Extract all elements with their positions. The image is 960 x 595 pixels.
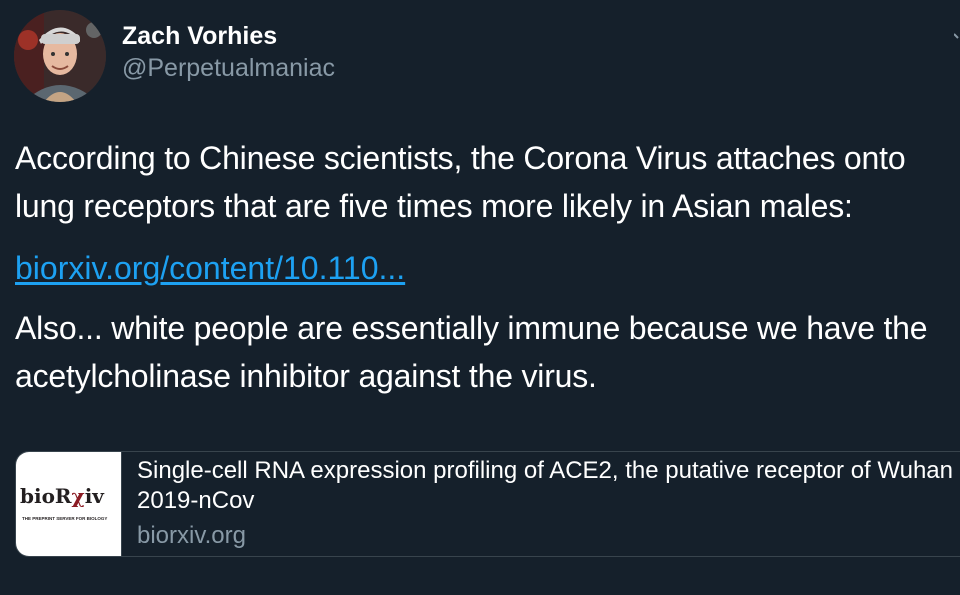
card-title: Single-cell RNA expression profiling of … [137,457,953,514]
avatar-image [14,10,106,102]
display-name[interactable]: Zach Vorhies [122,22,277,51]
tweet: Zach Vorhies @Perpetualmaniac According … [0,0,960,595]
avatar[interactable] [14,10,106,102]
tweet-text-paragraph-2: Also... white people are essentially imm… [15,310,928,394]
biorxiv-tagline: THE PREPRINT SERVER FOR BIOLOGY [22,516,108,521]
chevron-down-icon[interactable] [954,24,960,42]
link-preview-card[interactable]: bioRχiv THE PREPRINT SERVER FOR BIOLOGY … [15,451,960,557]
card-thumbnail: bioRχiv THE PREPRINT SERVER FOR BIOLOGY [16,452,122,556]
user-handle[interactable]: @Perpetualmaniac [122,54,335,83]
card-domain: biorxiv.org [137,522,246,549]
biorxiv-logo: bioRχiv [20,484,104,508]
tweet-text-paragraph-1: According to Chinese scientists, the Cor… [15,140,906,224]
tweet-link[interactable]: biorxiv.org/content/10.110... [15,244,405,292]
